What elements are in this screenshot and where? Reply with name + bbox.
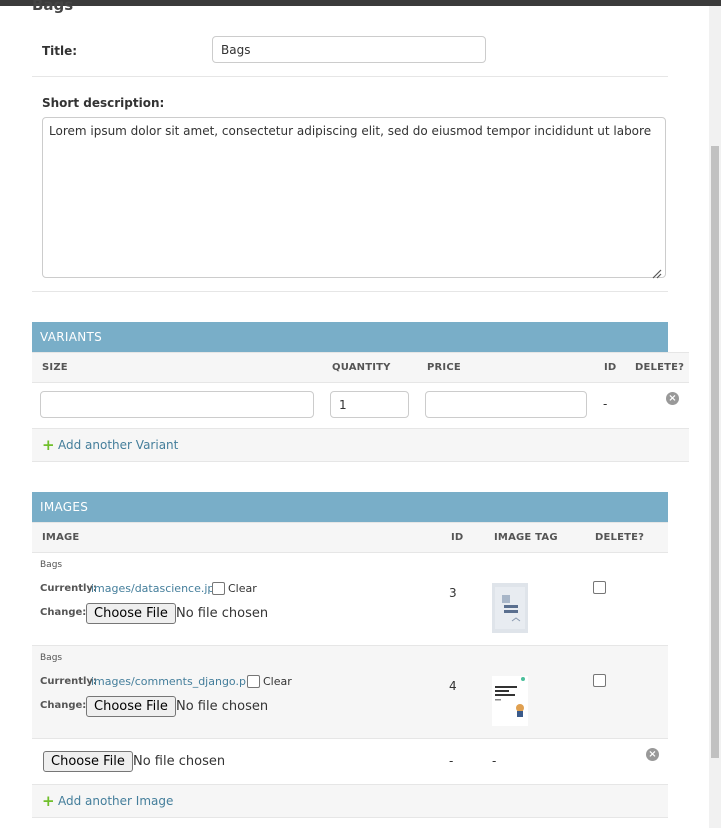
images-table-header xyxy=(32,522,668,553)
clear-checkbox[interactable] xyxy=(212,582,225,595)
current-file-link[interactable]: images/comments_django.png xyxy=(91,675,260,688)
delete-row-icon[interactable]: × xyxy=(646,748,659,761)
image-id-value: - xyxy=(449,754,454,768)
window-top-bar xyxy=(0,0,721,6)
no-file-chosen-text: No file chosen xyxy=(176,699,269,714)
current-file-link[interactable]: images/datascience.jpg xyxy=(91,582,221,595)
image-tag-value: - xyxy=(492,754,497,768)
variant-quantity-input[interactable] xyxy=(330,391,409,418)
clear-checkbox[interactable] xyxy=(247,675,260,688)
choose-file-button[interactable]: Choose File xyxy=(43,751,133,772)
variants-caption: VARIANTS xyxy=(32,322,668,352)
variant-price-input[interactable] xyxy=(425,391,587,418)
column-header-delete: DELETE? xyxy=(595,532,645,543)
no-file-chosen-text: No file chosen xyxy=(176,606,269,621)
title-label: Title: xyxy=(42,44,78,58)
add-variant-link[interactable]: Add another Variant xyxy=(58,438,178,452)
column-header-price: PRICE xyxy=(427,362,461,373)
column-header-quantity: QUANTITY xyxy=(332,362,391,373)
clear-label: Clear xyxy=(263,675,292,688)
add-image-link[interactable]: Add another Image xyxy=(58,794,173,808)
add-icon[interactable]: + xyxy=(42,794,55,809)
table-row xyxy=(32,553,668,646)
scrollbar-track[interactable] xyxy=(709,6,721,828)
column-header-id: ID xyxy=(451,532,464,543)
image-row-title: Bags xyxy=(40,560,63,570)
column-header-image: IMAGE xyxy=(42,532,80,543)
delete-row-icon[interactable]: × xyxy=(666,392,679,405)
column-header-id: ID xyxy=(604,362,617,373)
change-label: Change: xyxy=(40,607,87,618)
image-thumbnail xyxy=(492,583,528,633)
divider xyxy=(32,291,668,292)
image-id-value: 4 xyxy=(449,679,457,693)
title-input[interactable] xyxy=(212,36,486,63)
no-file-chosen-text: No file chosen xyxy=(133,754,226,769)
clear-label: Clear xyxy=(228,582,257,595)
add-icon[interactable]: + xyxy=(42,438,55,453)
image-id-value: 3 xyxy=(449,586,457,600)
column-header-delete: DELETE? xyxy=(635,362,685,373)
currently-label: Currently: xyxy=(40,676,97,687)
currently-label: Currently: xyxy=(40,583,97,594)
delete-checkbox[interactable] xyxy=(593,581,606,594)
table-row xyxy=(32,646,668,739)
column-header-image-tag: IMAGE TAG xyxy=(494,532,558,543)
short-description-label: Short description: xyxy=(42,96,165,110)
variant-id-value: - xyxy=(603,397,608,411)
resize-handle-icon[interactable] xyxy=(650,264,662,279)
variant-size-input[interactable] xyxy=(40,391,314,418)
column-header-size: SIZE xyxy=(42,362,68,373)
choose-file-button[interactable]: Choose File xyxy=(86,603,176,624)
choose-file-button[interactable]: Choose File xyxy=(86,696,176,717)
change-label: Change: xyxy=(40,700,87,711)
image-row-title: Bags xyxy=(40,653,63,663)
scrollbar-thumb[interactable] xyxy=(711,146,719,758)
delete-checkbox[interactable] xyxy=(593,674,606,687)
divider xyxy=(32,76,668,77)
image-thumbnail xyxy=(492,676,528,726)
page-title: Bags xyxy=(32,0,74,14)
short-description-textarea[interactable]: Lorem ipsum dolor sit amet, consectetur … xyxy=(42,117,666,278)
images-caption: IMAGES xyxy=(32,492,668,522)
